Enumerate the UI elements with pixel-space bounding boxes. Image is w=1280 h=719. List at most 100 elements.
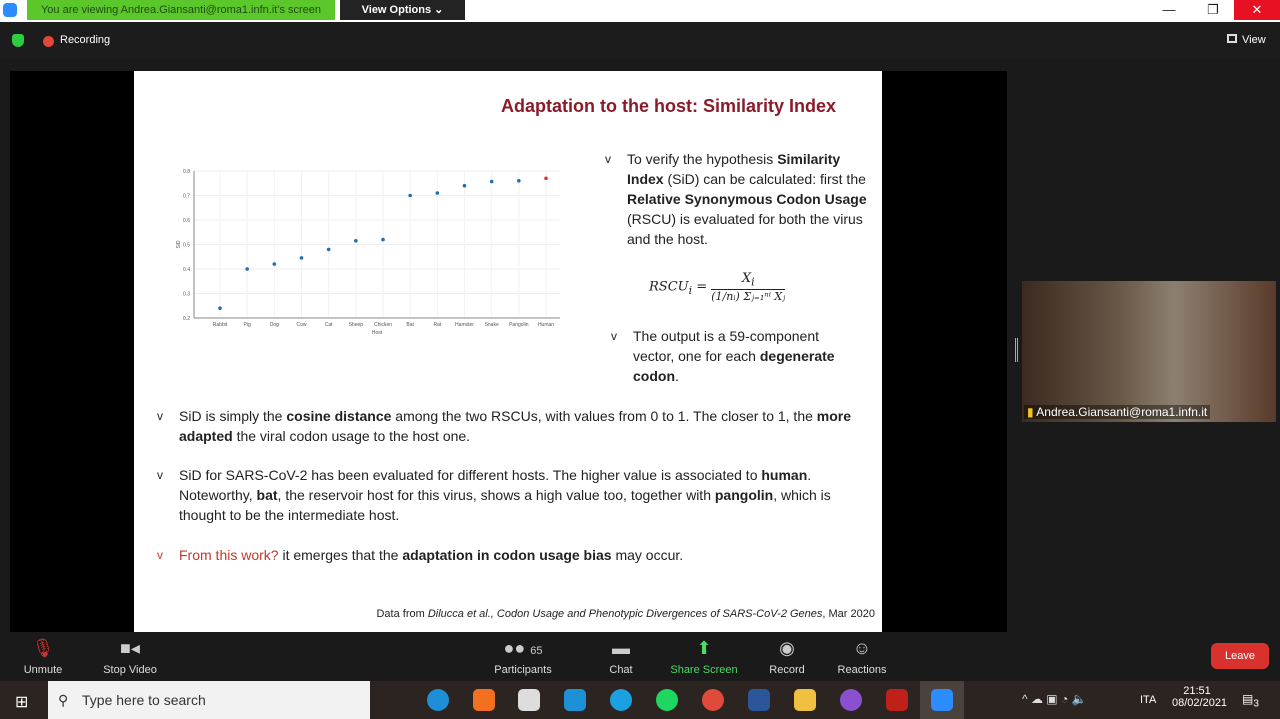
recording-label[interactable]: Recording bbox=[60, 34, 110, 46]
close-button[interactable]: ✕ bbox=[1234, 0, 1280, 20]
clock[interactable]: 21:51 08/02/2021 bbox=[1172, 685, 1228, 709]
meeting-toolbar: 🎙 Unmute ■◂ Stop Video ●● 65 Participants ▬… bbox=[0, 632, 1280, 681]
text: Participants bbox=[494, 664, 552, 676]
bullet-similarity-index: v To verify the hypothesis Similarity In… bbox=[605, 149, 867, 249]
data-point-chicken bbox=[381, 237, 385, 242]
system-tray-icons[interactable]: ^ ☁ ▣ ◔ 🔈 bbox=[1022, 692, 1087, 706]
y-tick-label: 0.5 bbox=[183, 243, 190, 249]
viewing-banner: You are viewing Andrea.Giansanti@roma1.i… bbox=[27, 0, 335, 20]
x-tick-label: Cow bbox=[296, 322, 306, 328]
text: RSCU bbox=[649, 279, 689, 295]
chat-icon: ▬ bbox=[612, 638, 630, 658]
restore-button[interactable]: ❐ bbox=[1190, 0, 1236, 20]
text: SiD for SARS-CoV-2 has been evaluated fo… bbox=[179, 467, 762, 483]
y-tick-label: 0.8 bbox=[183, 169, 190, 175]
mail-icon[interactable] bbox=[564, 689, 586, 711]
text: , the reservoir host for this virus, sho… bbox=[277, 487, 715, 503]
grid-view-icon bbox=[1227, 34, 1237, 43]
text: (SiD) can be calculated: first the bbox=[663, 171, 866, 187]
data-point-rabbit bbox=[218, 306, 222, 310]
bullet-conclusion: v From this work? it emerges that the ad… bbox=[157, 545, 869, 565]
view-button[interactable]: View bbox=[1242, 34, 1266, 46]
search-icon: ⚲ bbox=[58, 692, 69, 708]
emoji-icon: ☺ bbox=[852, 638, 872, 658]
vpn-icon[interactable] bbox=[840, 689, 862, 711]
taskbar-search[interactable]: ⚲ Type here to search bbox=[48, 681, 370, 719]
x-tick-label: Cat bbox=[325, 322, 333, 328]
notification-count: 3 bbox=[1253, 698, 1259, 710]
share-arrow-icon: ⬆ bbox=[696, 638, 712, 658]
reactions-button[interactable]: ☺ Reactions bbox=[822, 632, 902, 676]
text: To verify the hypothesis bbox=[627, 151, 778, 167]
y-tick-label: 0.6 bbox=[183, 218, 190, 224]
x-tick-label: Rat bbox=[433, 322, 441, 328]
text: Record bbox=[769, 664, 805, 676]
notifications-icon[interactable]: ▤3 bbox=[1242, 692, 1259, 709]
spotify-icon[interactable] bbox=[656, 689, 678, 711]
bullet-output-vector: v The output is a 59-component vector, o… bbox=[611, 326, 863, 386]
date: 08/02/2021 bbox=[1172, 697, 1228, 709]
store-icon[interactable] bbox=[518, 689, 540, 711]
data-point-human bbox=[544, 176, 548, 181]
participant-name: ▮ Andrea.Giansanti@roma1.infn.it bbox=[1024, 405, 1211, 419]
text: cosine distance bbox=[286, 408, 392, 424]
zoom-taskbar-item[interactable] bbox=[920, 681, 964, 719]
participant-video[interactable] bbox=[1022, 281, 1276, 422]
bullet-marker: v bbox=[605, 152, 611, 166]
text: adaptation in codon usage bias bbox=[402, 547, 612, 563]
text: bat bbox=[256, 487, 278, 503]
x-tick-label: Rabbit bbox=[213, 322, 228, 328]
text: pangolin bbox=[714, 487, 774, 503]
data-point-cat bbox=[326, 247, 331, 252]
word-icon[interactable] bbox=[748, 689, 770, 711]
text: may occur. bbox=[611, 547, 684, 563]
x-tick-label: Sheep bbox=[349, 322, 364, 328]
participants-button[interactable]: ●● 65 Participants bbox=[483, 632, 563, 676]
bullet-marker: v bbox=[157, 409, 163, 423]
chat-button[interactable]: ▬ Chat bbox=[581, 632, 661, 676]
bullet-marker: v bbox=[157, 468, 163, 482]
participants-icon: ●● 65 bbox=[503, 638, 543, 658]
meeting-status-bar: Recording View bbox=[0, 22, 1280, 58]
x-tick-label: Chicken bbox=[374, 322, 392, 328]
x-tick-label: Hamster bbox=[455, 322, 474, 328]
record-button[interactable]: ◉ Record bbox=[747, 632, 827, 676]
view-options-button[interactable]: View Options ⌄ bbox=[340, 0, 465, 20]
text: among the two RSCUs, with values from 0 … bbox=[391, 408, 817, 424]
data-point-bat bbox=[408, 193, 412, 198]
unmute-button[interactable]: 🎙 Unmute bbox=[3, 632, 83, 676]
file-explorer-icon[interactable] bbox=[794, 689, 816, 711]
stop-video-button[interactable]: ■◂ Stop Video bbox=[90, 632, 170, 676]
avast-icon[interactable] bbox=[473, 689, 495, 711]
minimize-button[interactable]: — bbox=[1146, 0, 1192, 20]
text: Data from bbox=[376, 608, 428, 620]
input-language[interactable]: ITA bbox=[1140, 694, 1156, 706]
text: i bbox=[688, 283, 693, 297]
slide: Adaptation to the host: Similarity Index… bbox=[134, 71, 882, 632]
record-dot-icon bbox=[43, 36, 54, 47]
text: Unmute bbox=[23, 664, 63, 676]
x-tick-label: Pangolin bbox=[509, 322, 529, 328]
x-tick-label: Snake bbox=[485, 322, 499, 328]
bullet-marker: v bbox=[157, 548, 163, 562]
data-point-cow bbox=[299, 256, 304, 260]
chrome-icon[interactable] bbox=[702, 689, 724, 711]
data-point-pangolin bbox=[517, 179, 521, 183]
citation: Data from Dilucca et al., Codon Usage an… bbox=[376, 608, 875, 620]
data-point-pig bbox=[245, 267, 249, 271]
leave-button[interactable]: Leave bbox=[1211, 643, 1269, 669]
windows-start-icon[interactable]: ⊞ bbox=[15, 692, 28, 712]
data-point-dog bbox=[272, 262, 277, 266]
edge-icon[interactable] bbox=[427, 689, 449, 711]
y-tick-label: 0.7 bbox=[183, 194, 190, 200]
sid-chart: 0.2 0.3 0.4 0.5 0.6 0.7 0.8 Rabbit Pig Dog Cow Cat S… bbox=[176, 169, 560, 336]
acrobat-icon[interactable] bbox=[886, 689, 908, 711]
skype-icon[interactable] bbox=[610, 689, 632, 711]
text: Share Screen bbox=[670, 664, 738, 676]
x-tick-label: Pig bbox=[244, 322, 251, 328]
resize-handle[interactable] bbox=[1015, 338, 1018, 362]
share-screen-button[interactable]: ⬆ Share Screen bbox=[664, 632, 744, 676]
bullet-cosine-distance: v SiD is simply the cosine distance amon… bbox=[157, 406, 869, 446]
zoom-icon bbox=[931, 689, 953, 711]
shield-icon[interactable] bbox=[12, 34, 24, 47]
